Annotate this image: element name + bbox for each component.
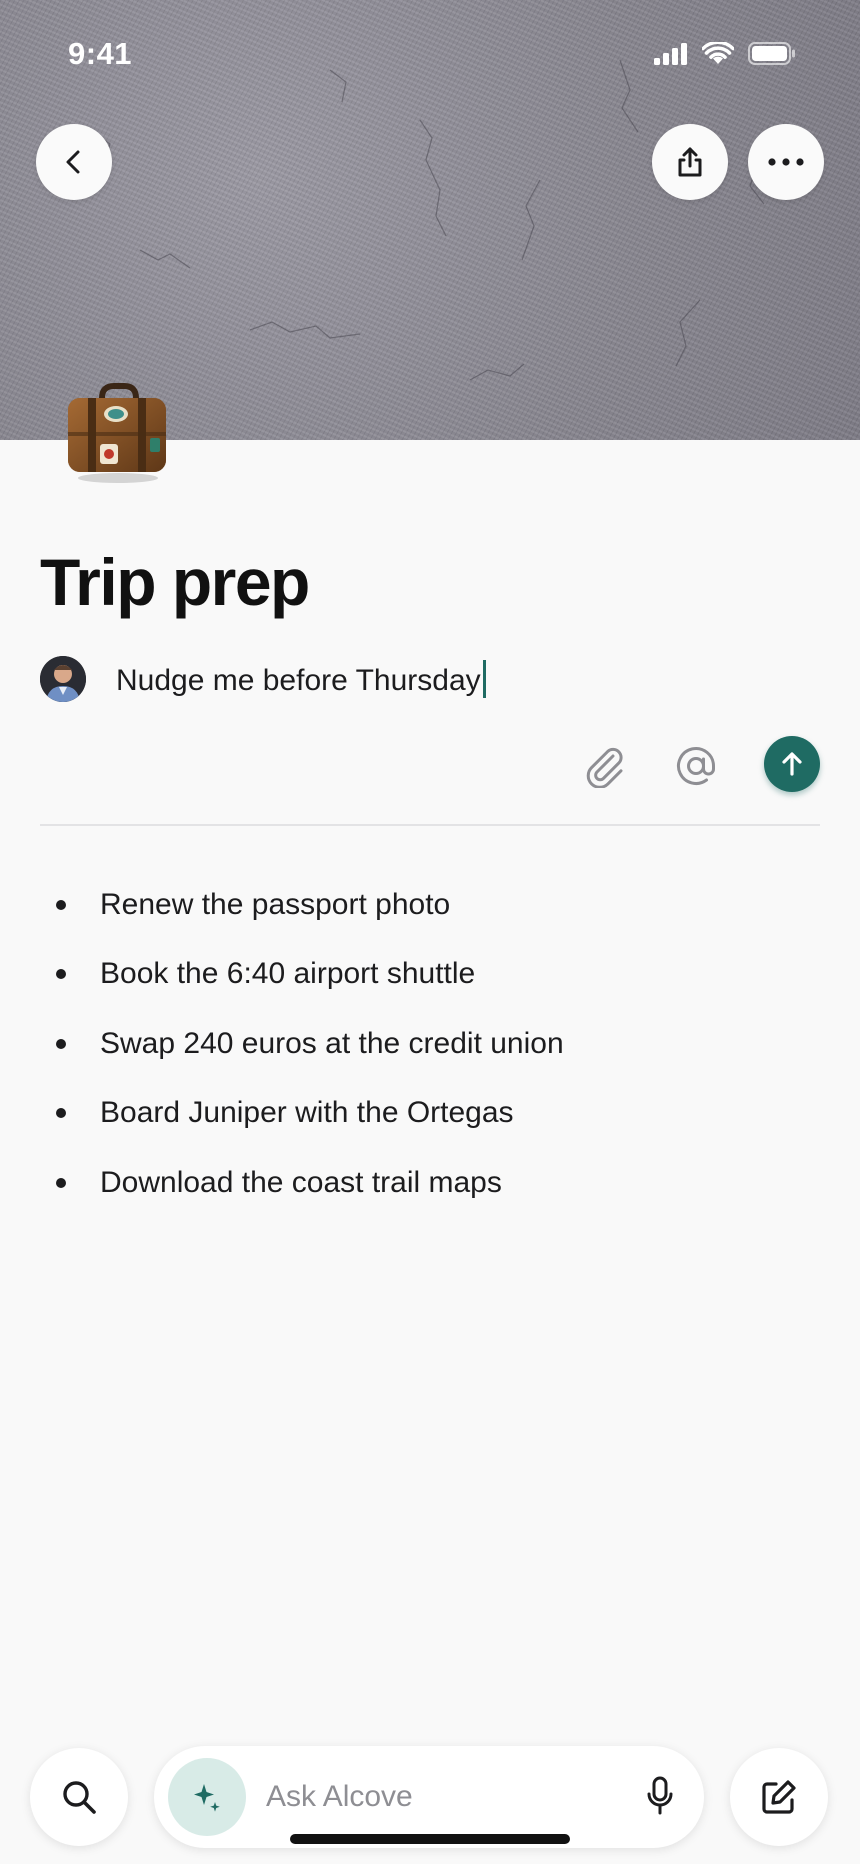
ai-sparkle-button[interactable] — [168, 1758, 246, 1836]
status-bar: 9:41 — [0, 0, 860, 110]
comment-input[interactable]: Nudge me before Thursday — [116, 660, 486, 698]
battery-icon — [748, 42, 795, 65]
search-button[interactable] — [30, 1748, 128, 1846]
more-options-button[interactable] — [748, 124, 824, 200]
share-icon — [678, 147, 702, 177]
ellipsis-icon — [768, 158, 804, 166]
bullet-list: Renew the passport photo Book the 6:40 a… — [56, 870, 564, 1218]
paperclip-icon — [586, 747, 623, 788]
bullet-dot — [56, 1177, 66, 1188]
home-indicator[interactable] — [290, 1834, 570, 1844]
list-item[interactable]: Renew the passport photo — [56, 870, 564, 940]
avatar — [40, 656, 86, 702]
page-icon-button[interactable] — [60, 374, 172, 486]
search-icon — [63, 1781, 96, 1814]
microphone-icon — [647, 1776, 673, 1815]
divider — [40, 824, 820, 826]
ask-bar[interactable]: Ask Alcove — [154, 1746, 704, 1848]
wifi-icon — [702, 42, 734, 64]
arrow-up-icon — [782, 752, 802, 776]
page-title[interactable]: Trip prep — [40, 544, 310, 620]
bullet-dot — [56, 899, 66, 910]
suitcase-icon — [68, 383, 166, 483]
ask-input-placeholder: Ask Alcove — [266, 1780, 413, 1813]
attach-button[interactable] — [582, 744, 626, 788]
at-icon — [677, 747, 715, 785]
bullet-dot — [56, 1108, 66, 1119]
list-item-text: Renew the passport photo — [100, 887, 451, 921]
status-time: 9:41 — [68, 36, 133, 71]
comment-text: Nudge me before Thursday — [116, 664, 481, 697]
microphone-button[interactable] — [646, 1776, 674, 1821]
list-item[interactable]: Swap 240 euros at the credit union — [56, 1009, 564, 1079]
list-item[interactable]: Board Juniper with the Ortegas — [56, 1079, 564, 1149]
new-note-button[interactable] — [730, 1748, 828, 1846]
list-item-text: Board Juniper with the Ortegas — [100, 1096, 514, 1130]
cellular-signal-icon — [654, 42, 687, 65]
comment-composer: Nudge me before Thursday — [40, 656, 486, 702]
list-item[interactable]: Download the coast trail maps — [56, 1148, 564, 1218]
send-comment-button[interactable] — [764, 736, 820, 792]
back-button[interactable] — [36, 124, 112, 200]
chevron-left-icon — [66, 150, 80, 174]
mention-button[interactable] — [674, 744, 718, 788]
text-caret — [482, 660, 486, 698]
list-item-text: Download the coast trail maps — [100, 1165, 502, 1199]
share-button[interactable] — [652, 124, 728, 200]
sparkle-icon — [194, 1784, 220, 1812]
list-item[interactable]: Book the 6:40 airport shuttle — [56, 940, 564, 1010]
bullet-dot — [56, 1038, 66, 1049]
list-item-text: Swap 240 euros at the credit union — [100, 1026, 564, 1060]
bullet-dot — [56, 969, 66, 980]
list-item-text: Book the 6:40 airport shuttle — [100, 957, 476, 991]
compose-icon — [762, 1780, 796, 1814]
